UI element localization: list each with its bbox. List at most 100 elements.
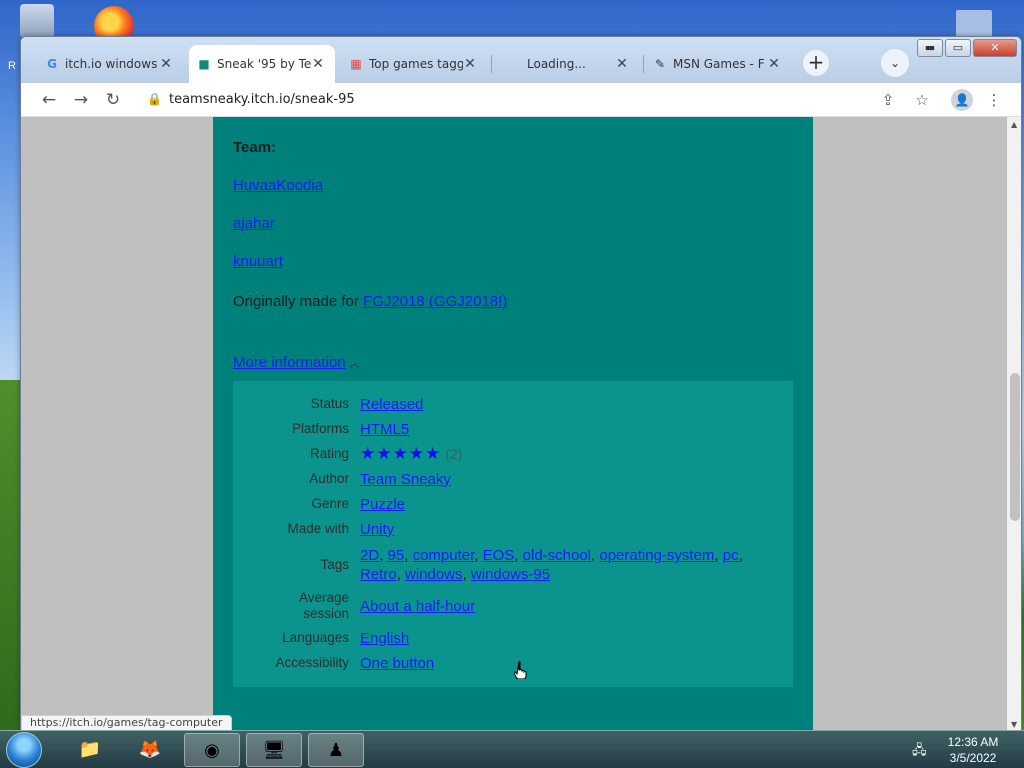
language-link[interactable]: English (360, 629, 770, 648)
jam-link[interactable]: FGJ2018 (GGJ2018!) (363, 293, 507, 310)
file-explorer-taskbar-icon[interactable]: 📁 (62, 733, 118, 767)
close-icon[interactable]: ✕ (463, 56, 477, 72)
tab-label: Sneak '95 by Team (217, 57, 311, 71)
reload-button[interactable]: ↻ (101, 88, 125, 112)
browser-window: G itch.io windows ✕ ■ Sneak '95 by Team … (20, 36, 1022, 731)
accessibility-link[interactable]: One button (360, 654, 770, 673)
wallpaper-grass (0, 380, 22, 730)
info-label: Tags (320, 557, 349, 572)
close-icon[interactable]: ✕ (159, 56, 173, 72)
info-row-author: Author Team Sneaky (233, 470, 793, 489)
tab-label: itch.io windows (65, 57, 158, 71)
info-label: Platforms (291, 421, 349, 436)
minimize-button[interactable]: ▬ (917, 39, 943, 57)
close-icon[interactable]: ✕ (311, 56, 325, 72)
info-label-line: session (303, 606, 349, 621)
tag-link[interactable]: old-school (523, 547, 591, 564)
more-information-link[interactable]: More information (233, 354, 346, 371)
profile-avatar-icon[interactable]: 👤 (951, 89, 973, 111)
lock-icon[interactable]: 🔒 (147, 92, 162, 106)
chess-app-taskbar-icon[interactable]: ♟ (308, 733, 364, 767)
author-link[interactable]: Team Sneaky (360, 470, 770, 489)
info-label: Status (310, 396, 349, 411)
tab-loading[interactable]: Loading... ✕ (493, 45, 639, 83)
recycle-bin-icon[interactable] (20, 4, 54, 38)
close-icon[interactable]: ✕ (615, 56, 629, 72)
tab-label: Loading... (527, 57, 586, 71)
info-row-tags: Tags 2D, 95, computer, EOS, old-school, … (233, 546, 793, 584)
info-row-status: Status Released (233, 395, 793, 414)
tag-link[interactable]: EOS (483, 547, 515, 564)
chrome-taskbar-icon[interactable]: ◉ (184, 733, 240, 767)
scroll-thumb[interactable] (1010, 373, 1020, 521)
hand-cursor-icon (514, 661, 527, 679)
tag-link[interactable]: pc (723, 547, 739, 564)
maximize-button[interactable]: ▭ (945, 39, 971, 57)
star-rating-icon[interactable]: ★★★★★ (360, 444, 441, 463)
info-row-made-with: Made with Unity (233, 520, 793, 539)
tab-search-button[interactable]: ⌄ (881, 49, 909, 77)
itchio-store-icon: ▦ (350, 57, 362, 71)
info-row-languages: Languages English (233, 629, 793, 648)
close-window-button[interactable]: ✕ (973, 39, 1017, 57)
info-label-line: Average (298, 590, 349, 605)
itchio-favicon-icon: ■ (198, 57, 210, 71)
back-button[interactable]: ← (37, 88, 61, 112)
team-member-link[interactable]: ajahar (233, 215, 275, 232)
info-label: Author (309, 471, 349, 486)
tab-separator (491, 55, 492, 73)
tab-strip: G itch.io windows ✕ ■ Sneak '95 by Team … (21, 37, 1021, 83)
tag-link[interactable]: operating-system (599, 547, 714, 564)
genre-link[interactable]: Puzzle (360, 495, 770, 514)
more-information-toggle[interactable]: More information ︿ (233, 354, 360, 371)
start-button[interactable] (6, 732, 42, 768)
tab-msn-games[interactable]: ✎ MSN Games - F ✕ (645, 45, 791, 83)
engine-link[interactable]: Unity (360, 520, 770, 539)
menu-kebab-icon[interactable]: ⋮ (983, 89, 1005, 111)
game-page-column: Team: HuvaaKoodia ajahar knuuart Origina… (213, 117, 813, 730)
close-icon[interactable]: ✕ (767, 56, 781, 72)
info-label: Languages (282, 630, 349, 645)
tab-itchio-windows[interactable]: G itch.io windows ✕ (37, 45, 183, 83)
system-clock[interactable]: 12:36 AM 3/5/2022 (940, 734, 1006, 766)
tab-separator (643, 55, 644, 73)
firefox-taskbar-icon[interactable]: 🦊 (122, 733, 178, 767)
info-row-genre: Genre Puzzle (233, 495, 793, 514)
info-row-accessibility: Accessibility One button (233, 654, 793, 673)
scroll-up-arrow-icon[interactable]: ▲ (1011, 120, 1017, 129)
computer-app-taskbar-icon[interactable]: 🖥 (246, 733, 302, 767)
msn-icon: ✎ (654, 57, 666, 71)
made-for-text: Originally made for FGJ2018 (GGJ2018!) (233, 293, 507, 310)
team-member-link[interactable]: knuuart (233, 253, 283, 270)
link-status-bubble: https://itch.io/games/tag-computer (21, 715, 232, 730)
scroll-down-arrow-icon[interactable]: ▼ (1011, 720, 1017, 729)
google-icon: G (47, 57, 57, 71)
rating-value[interactable]: ★★★★★ (2) (360, 444, 770, 464)
loading-icon (501, 57, 515, 71)
address-bar[interactable]: teamsneaky.itch.io/sneak-95 (169, 92, 355, 107)
page-scrollbar[interactable]: ▲ ▼ (1007, 117, 1021, 730)
tag-link[interactable]: Retro (360, 566, 397, 583)
tag-link[interactable]: windows (405, 566, 463, 583)
tag-link[interactable]: 2D (360, 547, 379, 564)
forward-button[interactable]: → (69, 88, 93, 112)
info-label: Made with (287, 521, 349, 536)
tag-link[interactable]: 95 (388, 547, 405, 564)
platform-link[interactable]: HTML5 (360, 420, 770, 439)
clock-date: 3/5/2022 (949, 751, 997, 765)
share-icon[interactable]: ⇪ (877, 89, 899, 111)
tab-top-games-tagged[interactable]: ▦ Top games tagg ✕ (341, 45, 487, 83)
status-link[interactable]: Released (360, 395, 770, 414)
tag-link[interactable]: computer (413, 547, 475, 564)
team-member-link[interactable]: HuvaaKoodia (233, 177, 323, 194)
tags-list: 2D, 95, computer, EOS, old-school, opera… (360, 547, 743, 583)
tab-sneak-95[interactable]: ■ Sneak '95 by Team ✕ (189, 45, 335, 83)
tab-label: MSN Games - F (673, 57, 765, 71)
more-information-panel: Status Released Platforms HTML5 Rating ★… (233, 381, 793, 687)
info-row-platforms: Platforms HTML5 (233, 420, 793, 439)
tag-link[interactable]: windows-95 (471, 566, 550, 583)
bookmark-star-icon[interactable]: ☆ (911, 89, 933, 111)
session-length-link[interactable]: About a half-hour (360, 597, 770, 616)
network-tray-icon[interactable]: 🖧 (912, 741, 927, 763)
new-tab-button[interactable]: + (803, 50, 829, 76)
